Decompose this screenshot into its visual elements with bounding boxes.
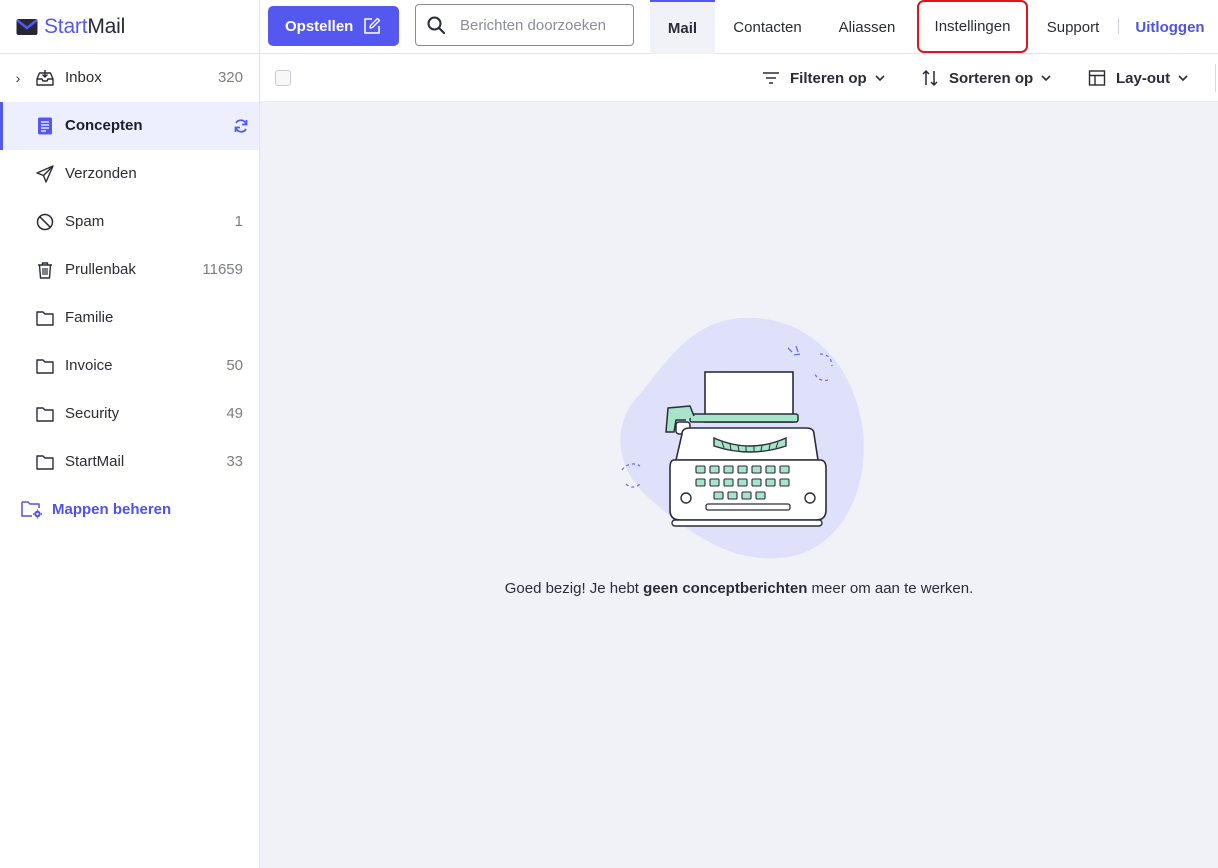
expand-chevron-icon[interactable]: › xyxy=(12,70,24,86)
tab-contacts[interactable]: Contacten xyxy=(720,0,815,54)
folder-trash[interactable]: Prullenbak 11659 xyxy=(0,246,259,294)
folder-label: Security xyxy=(65,405,120,422)
compose-icon xyxy=(364,17,381,34)
folder-icon xyxy=(36,311,54,326)
layout-label: Lay-out xyxy=(1116,69,1171,87)
inbox-icon xyxy=(36,70,54,86)
folder-label: Invoice xyxy=(65,357,113,374)
search-input[interactable] xyxy=(460,16,630,34)
folder-count: 33 xyxy=(226,453,243,470)
manage-folders-label: Mappen beheren xyxy=(52,500,172,518)
folder-spam[interactable]: Spam 1 xyxy=(0,198,259,246)
folder-icon xyxy=(36,455,54,470)
filter-label: Filteren op xyxy=(790,69,867,87)
spam-icon xyxy=(36,213,54,231)
sort-label: Sorteren op xyxy=(949,69,1034,87)
send-icon xyxy=(36,165,54,183)
folder-label: Inbox xyxy=(65,69,102,86)
empty-state-message: Goed bezig! Je hebt geen conceptberichte… xyxy=(504,580,974,597)
folder-count: 320 xyxy=(217,69,243,86)
folder-invoice[interactable]: Invoice 50 xyxy=(0,342,259,390)
empty-state-emphasis: geen conceptberichten xyxy=(643,580,808,597)
folder-security[interactable]: Security 49 xyxy=(0,390,259,438)
folder-count: 1 xyxy=(234,213,243,230)
folder-sent[interactable]: Verzonden xyxy=(0,150,259,198)
folder-inbox[interactable]: › Inbox 320 xyxy=(0,54,259,102)
sort-icon xyxy=(922,69,938,87)
trash-icon xyxy=(38,262,52,279)
folder-familie[interactable]: Familie xyxy=(0,294,259,342)
tab-mail[interactable]: Mail xyxy=(650,0,715,54)
folder-startmail[interactable]: StartMail 33 xyxy=(0,438,259,486)
chevron-down-icon xyxy=(1041,75,1051,82)
select-all-checkbox[interactable] xyxy=(275,70,291,86)
sync-icon[interactable] xyxy=(233,118,249,134)
typewriter-illustration xyxy=(620,317,864,559)
nav-divider xyxy=(1118,18,1119,34)
folder-count: 49 xyxy=(226,405,243,422)
drafts-icon xyxy=(38,117,52,135)
chevron-down-icon xyxy=(875,75,885,82)
logo[interactable]: StartMail xyxy=(0,0,259,54)
folder-label: StartMail xyxy=(65,453,125,470)
compose-label: Opstellen xyxy=(285,17,354,35)
tab-support[interactable]: Support xyxy=(1038,0,1108,54)
search-icon xyxy=(427,16,446,35)
folder-label: Verzonden xyxy=(65,165,137,182)
filter-button[interactable]: Filteren op xyxy=(762,54,885,102)
envelope-logo-icon xyxy=(16,18,38,35)
folder-label: Prullenbak xyxy=(65,261,136,278)
folder-count: 50 xyxy=(226,357,243,374)
folder-drafts[interactable]: Concepten xyxy=(0,102,259,150)
search-box[interactable] xyxy=(415,4,634,46)
layout-icon xyxy=(1088,70,1106,86)
logout-link[interactable]: Uitloggen xyxy=(1128,0,1212,54)
logo-text: StartMail xyxy=(44,14,126,38)
top-bar: Opstellen Mail Contacten Aliassen Instel… xyxy=(260,0,1218,54)
folder-count: 11659 xyxy=(202,261,243,278)
message-toolbar: Filteren op Sorteren op Lay-out xyxy=(260,54,1218,102)
message-list-area: Goed bezig! Je hebt geen conceptberichte… xyxy=(260,102,1218,868)
folder-settings-icon xyxy=(21,501,42,519)
filter-icon xyxy=(763,72,779,84)
tab-aliases[interactable]: Aliassen xyxy=(826,0,908,54)
folder-icon xyxy=(36,407,54,422)
compose-button[interactable]: Opstellen xyxy=(268,6,399,46)
folder-label: Spam xyxy=(65,213,105,230)
folder-label: Concepten xyxy=(65,117,143,134)
sidebar: StartMail › Inbox 320 Concepten Verzonde… xyxy=(0,0,260,868)
chevron-down-icon xyxy=(1178,75,1188,82)
manage-folders-button[interactable]: Mappen beheren xyxy=(20,498,171,520)
tab-settings[interactable]: Instellingen xyxy=(917,0,1028,53)
sort-button[interactable]: Sorteren op xyxy=(921,54,1051,102)
folder-list: › Inbox 320 Concepten Verzonden Spam 1 P… xyxy=(0,54,259,486)
folder-icon xyxy=(36,359,54,374)
folder-label: Familie xyxy=(65,309,114,326)
layout-button[interactable]: Lay-out xyxy=(1088,54,1188,102)
toolbar-divider xyxy=(1215,64,1216,92)
